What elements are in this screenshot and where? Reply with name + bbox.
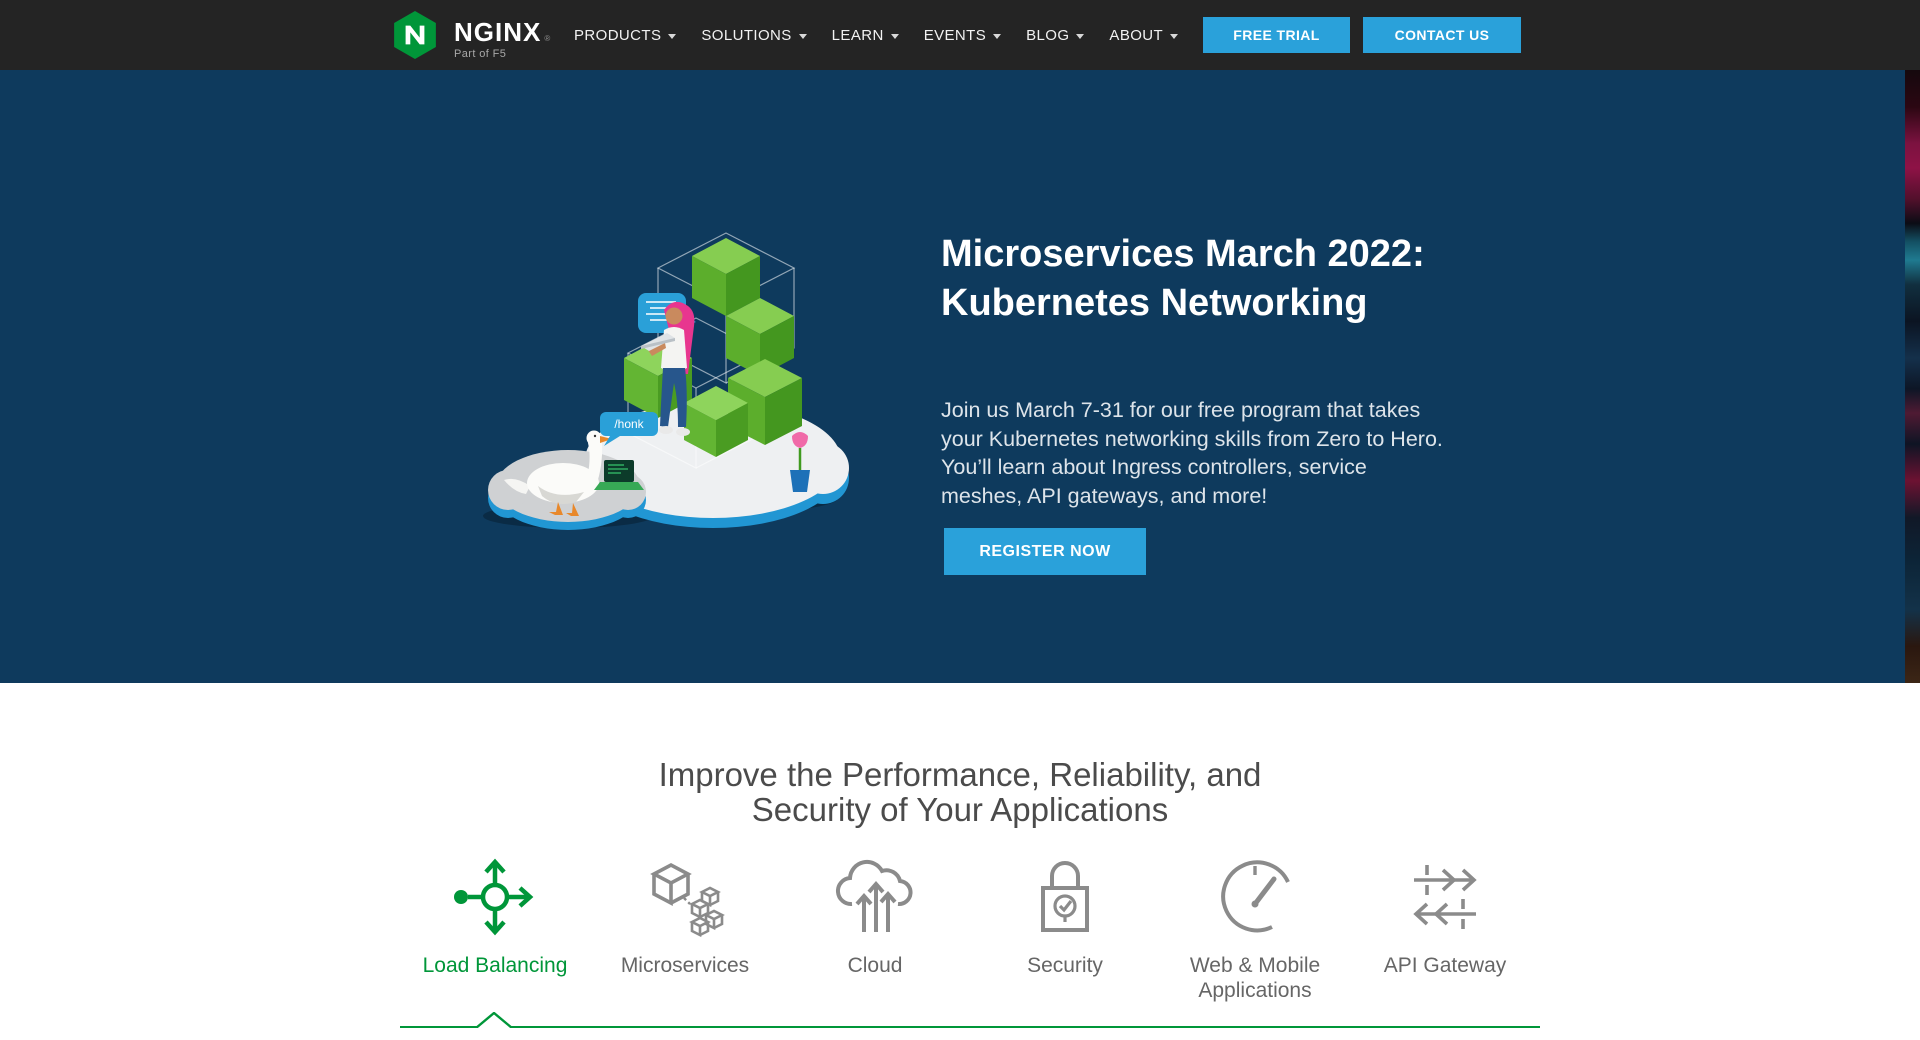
feature-label: Web & Mobile Applications [1170, 953, 1340, 1003]
feature-tab-security[interactable]: Security [970, 849, 1160, 1003]
feature-label: Microservices [621, 953, 749, 978]
free-trial-button[interactable]: FREE TRIAL [1203, 17, 1350, 53]
feature-tab-microservices[interactable]: Microservices [590, 849, 780, 1003]
feature-label: Cloud [848, 953, 903, 978]
features-heading: Improve the Performance, Reliability, an… [0, 683, 1920, 827]
hero-carousel-slide: /honk Microservices March 2022: Kubernet… [0, 70, 1920, 683]
active-tab-caret [474, 1012, 514, 1028]
feature-label: Load Balancing [423, 953, 568, 978]
contact-us-button[interactable]: CONTACT US [1363, 17, 1521, 53]
feature-tab-load-balancing[interactable]: Load Balancing [400, 849, 590, 1003]
active-tab-divider [400, 1026, 1540, 1028]
nav-item-products[interactable]: PRODUCTS [574, 27, 676, 44]
feature-label: API Gateway [1384, 953, 1507, 978]
chevron-down-icon [993, 34, 1001, 39]
chevron-down-icon [668, 34, 676, 39]
nginx-logo[interactable]: NGINX ® Part of F5 [394, 11, 550, 60]
main-nav: PRODUCTS SOLUTIONS LEARN EVENTS BLOG ABO… [574, 0, 1228, 70]
feature-label: Security [1027, 953, 1103, 978]
feature-tab-api-gateway[interactable]: API Gateway [1350, 849, 1540, 1003]
cloud-icon [830, 852, 920, 942]
registered-mark: ® [544, 34, 550, 43]
api-gateway-icon [1400, 852, 1490, 942]
chevron-down-icon [1076, 34, 1084, 39]
web-mobile-icon [1210, 852, 1300, 942]
hero-description: Join us March 7-31 for our free program … [941, 396, 1443, 510]
features-section: Improve the Performance, Reliability, an… [0, 683, 1920, 1040]
microservices-icon [640, 852, 730, 942]
nav-item-blog[interactable]: BLOG [1026, 27, 1084, 44]
brand-wordmark: NGINX [454, 19, 541, 45]
nginx-hexagon-icon [394, 11, 436, 59]
register-now-button[interactable]: REGISTER NOW [944, 528, 1146, 575]
feature-tab-cloud[interactable]: Cloud [780, 849, 970, 1003]
hero-title: Microservices March 2022: Kubernetes Net… [941, 230, 1425, 328]
top-navbar: NGINX ® Part of F5 PRODUCTS SOLUTIONS LE… [0, 0, 1920, 70]
chevron-down-icon [891, 34, 899, 39]
nginx-homepage: NGINX ® Part of F5 PRODUCTS SOLUTIONS LE… [0, 0, 1920, 1040]
feature-tab-web-mobile[interactable]: Web & Mobile Applications [1160, 849, 1350, 1003]
hero-illustration: /honk [478, 198, 858, 543]
feature-tabs: Load Balancing [400, 849, 1540, 1003]
next-slide-peek[interactable] [1905, 70, 1920, 683]
nav-item-solutions[interactable]: SOLUTIONS [701, 27, 806, 44]
nav-item-learn[interactable]: LEARN [832, 27, 899, 44]
chevron-down-icon [799, 34, 807, 39]
nav-item-about[interactable]: ABOUT [1109, 27, 1178, 44]
honk-bubble-text: /honk [614, 417, 644, 431]
security-icon [1020, 852, 1110, 942]
chevron-down-icon [1170, 34, 1178, 39]
load-balancing-icon [450, 852, 540, 942]
nav-item-events[interactable]: EVENTS [924, 27, 1001, 44]
brand-tagline: Part of F5 [454, 48, 550, 60]
